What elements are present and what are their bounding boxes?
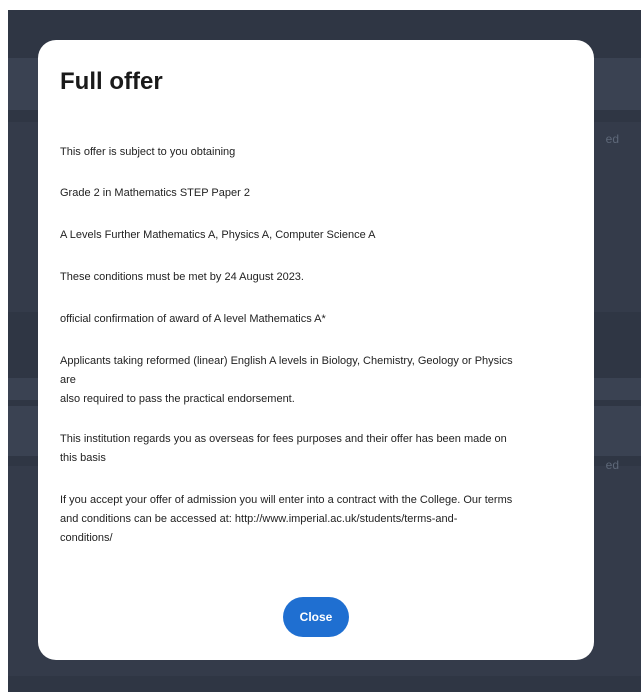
offer-paragraph: Applicants taking reformed (linear) Engl… (60, 352, 572, 409)
offer-paragraph: A Levels Further Mathematics A, Physics … (60, 226, 572, 245)
offer-text-line: This institution regards you as overseas… (60, 433, 507, 445)
offer-text-line: These conditions must be met by 24 Augus… (60, 271, 304, 283)
offer-text-line: This offer is subject to you obtaining (60, 146, 236, 158)
offer-paragraph: If you accept your offer of admission yo… (60, 491, 572, 548)
offer-text-line: Grade 2 in Mathematics STEP Paper 2 (60, 187, 250, 199)
close-button[interactable]: Close (283, 597, 349, 637)
offer-text-line: conditions/ (60, 532, 113, 544)
offer-text-line: and conditions can be accessed at: http:… (60, 513, 458, 525)
offer-paragraph: These conditions must be met by 24 Augus… (60, 268, 572, 287)
background-status-text: ed (605, 132, 619, 146)
offer-paragraph: This offer is subject to you obtaining (60, 143, 572, 162)
offer-text-line: If you accept your offer of admission yo… (60, 494, 513, 506)
background-status-text: ed (605, 458, 619, 472)
offer-paragraph: official confirmation of award of A leve… (60, 310, 572, 329)
offer-text-line: Applicants taking reformed (linear) Engl… (60, 355, 513, 367)
dialog-title: Full offer (60, 68, 163, 95)
offer-text-line: also required to pass the practical endo… (60, 393, 295, 405)
offer-text-line: this basis (60, 452, 106, 464)
offer-paragraph: Grade 2 in Mathematics STEP Paper 2 (60, 184, 572, 203)
offer-paragraph: This institution regards you as overseas… (60, 430, 572, 468)
offer-text-line: official confirmation of award of A leve… (60, 313, 326, 325)
offer-text-line: A Levels Further Mathematics A, Physics … (60, 229, 376, 241)
offer-text-line: are (60, 374, 76, 386)
full-offer-dialog: Full offer This offer is subject to you … (38, 40, 594, 660)
